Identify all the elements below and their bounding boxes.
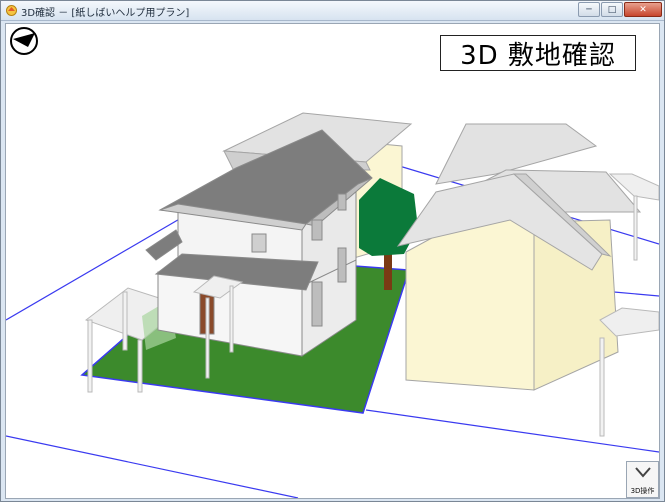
app-window: 3D確認 － [紙しばいヘルプ用プラン] ─ □ ✕ 3D 敷地確認 3D操作 <box>0 0 665 502</box>
close-button[interactable]: ✕ <box>624 2 662 17</box>
3d-viewport[interactable]: 3D 敷地確認 3D操作 <box>5 23 660 499</box>
minimize-button[interactable]: ─ <box>578 2 600 17</box>
title-bar[interactable]: 3D確認 － [紙しばいヘルプ用プラン] ─ □ ✕ <box>1 1 664 21</box>
view-heading: 3D 敷地確認 <box>440 35 636 71</box>
north-arrow-icon[interactable] <box>9 26 39 56</box>
maximize-button[interactable]: □ <box>601 2 623 17</box>
app-logo-icon <box>6 5 17 16</box>
chevron-down-icon <box>635 467 651 478</box>
window-controls: ─ □ ✕ <box>577 2 662 18</box>
3d-operation-button[interactable]: 3D操作 <box>626 461 659 498</box>
3d-scene[interactable] <box>6 24 659 498</box>
3d-operation-label: 3D操作 <box>630 487 655 495</box>
window-title: 3D確認 － [紙しばいヘルプ用プラン] <box>21 8 190 19</box>
main-house <box>145 129 373 357</box>
